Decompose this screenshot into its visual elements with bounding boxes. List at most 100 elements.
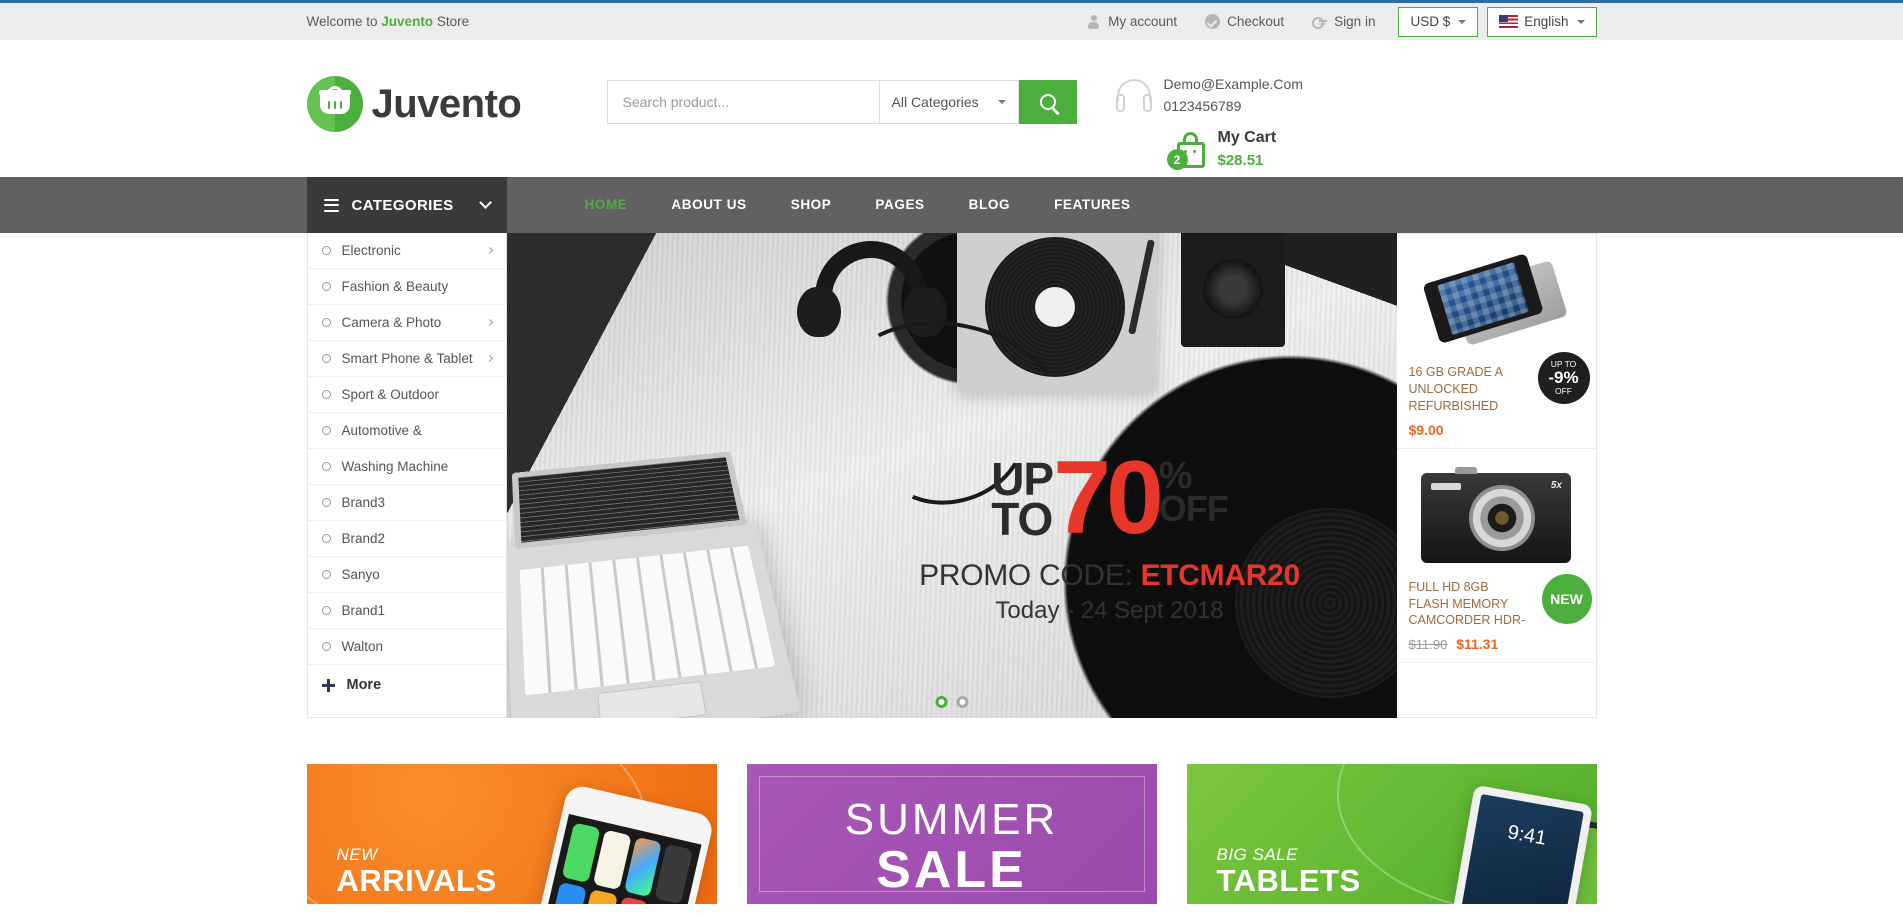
- contact-info: Demo@Example.Com 0123456789: [1115, 74, 1303, 117]
- chevron-down-icon: [997, 100, 1006, 104]
- category-label: Brand3: [341, 495, 386, 510]
- checkout-link[interactable]: Checkout: [1191, 14, 1298, 29]
- category-item-brand3[interactable]: Brand3: [307, 485, 506, 521]
- my-account-label: My account: [1108, 14, 1178, 29]
- cart-total: $28.51: [1217, 151, 1264, 169]
- site-header: Juvento All Categories Demo@Example.Com …: [0, 40, 1903, 177]
- category-label: Smart Phone & Tablet: [341, 351, 473, 366]
- logo-text: Juvento: [371, 81, 522, 126]
- category-item-automotive[interactable]: Automotive &: [307, 413, 506, 449]
- chevron-down-icon: [478, 196, 492, 209]
- cart-count-badge: 2: [1166, 149, 1188, 171]
- category-label: Fashion & Beauty: [341, 279, 449, 294]
- language-selector[interactable]: English: [1487, 6, 1597, 37]
- slide-discount-number: 70: [1053, 440, 1164, 556]
- nav-item-pages[interactable]: PAGES: [853, 177, 946, 233]
- category-item-smart-phone-tablet[interactable]: Smart Phone & Tablet: [307, 341, 506, 377]
- slide-date-line: Today - 24 Sept 2018: [995, 596, 1224, 624]
- category-item-walton[interactable]: Walton: [307, 629, 506, 665]
- promo-text: NEW ARRIVALS: [337, 845, 497, 898]
- slide-caption: UP TO 70 % OFF PROMO CODE: ETCMAR20 Toda…: [875, 440, 1345, 625]
- product-card[interactable]: 5x NEW FULL HD 8GB FLASH MEMORY CAMCORDE…: [1396, 449, 1596, 664]
- category-item-brand2[interactable]: Brand2: [307, 521, 506, 557]
- plus-icon: [321, 678, 335, 692]
- promo-banner-tablets[interactable]: 9:41 BIG SALE TABLETS: [1186, 764, 1597, 904]
- category-item-sport-outdoor[interactable]: Sport & Outdoor: [307, 377, 506, 413]
- bullet-icon: [321, 318, 331, 327]
- promo-title-2: SALE: [876, 841, 1027, 900]
- promo-banner-new-arrivals[interactable]: NEW ARRIVALS: [306, 764, 717, 904]
- category-label: Sport & Outdoor: [341, 387, 440, 402]
- promo-title: ARRIVALS: [336, 863, 497, 899]
- slider-dot-2[interactable]: [956, 696, 968, 708]
- category-item-fashion-beauty[interactable]: Fashion & Beauty: [307, 269, 506, 305]
- promo-banner-summer-sale[interactable]: SUMMER SALE: [746, 764, 1157, 904]
- category-label: Brand1: [341, 603, 386, 618]
- chevron-down-icon: [1576, 19, 1585, 24]
- currency-selector[interactable]: USD $: [1398, 6, 1479, 37]
- sign-in-link[interactable]: Sign in: [1298, 14, 1389, 29]
- promo-banner-strip: NEW ARRIVALS SUMMER SALE 9:41 BIG SALE T…: [306, 764, 1597, 904]
- category-label: Brand2: [341, 531, 386, 546]
- promo-text: BIG SALE TABLETS: [1217, 845, 1361, 898]
- promo-title: TABLETS: [1216, 863, 1361, 899]
- bullet-icon: [321, 570, 331, 579]
- categories-toggle[interactable]: CATEGORIES: [306, 177, 507, 233]
- headset-icon: [1115, 78, 1153, 113]
- nav-item-blog[interactable]: BLOG: [947, 177, 1032, 233]
- slider-dot-1[interactable]: [935, 696, 947, 708]
- language-value: English: [1524, 14, 1569, 29]
- discount-badge: UP TO -9% OFF: [1537, 351, 1590, 404]
- featured-products-sidebar: UP TO -9% OFF 16 GB GRADE A UNLOCKED REF…: [1396, 233, 1597, 718]
- promo-title: SUMMER: [844, 795, 1059, 845]
- badge-off: OFF: [1555, 385, 1572, 396]
- category-item-brand1[interactable]: Brand1: [307, 593, 506, 629]
- search-bar: All Categories: [606, 80, 1077, 124]
- currency-value: USD $: [1410, 14, 1451, 29]
- category-item-electronic[interactable]: Electronic: [307, 233, 506, 269]
- product-image: [1409, 248, 1584, 358]
- user-icon: [1086, 14, 1101, 29]
- category-label: Washing Machine: [341, 459, 449, 474]
- chevron-right-icon: [485, 246, 493, 255]
- nav-item-home[interactable]: HOME: [563, 177, 650, 233]
- bullet-icon: [321, 390, 331, 399]
- product-old-price: $11.90: [1408, 637, 1448, 653]
- nav-links: HOME ABOUT US SHOP PAGES BLOG FEATURES: [507, 177, 1153, 233]
- category-label: Walton: [341, 639, 384, 654]
- shopping-bag-icon: 2: [1166, 130, 1207, 171]
- my-account-link[interactable]: My account: [1072, 14, 1191, 29]
- nav-item-features[interactable]: FEATURES: [1032, 177, 1153, 233]
- category-label: Automotive &: [341, 423, 422, 438]
- logo[interactable]: Juvento: [306, 66, 607, 132]
- product-price: $9.00: [1408, 421, 1444, 438]
- product-card[interactable]: UP TO -9% OFF 16 GB GRADE A UNLOCKED REF…: [1396, 234, 1596, 449]
- category-more-label: More: [346, 677, 382, 693]
- slider-pagination: [935, 696, 968, 708]
- bullet-icon: [321, 498, 331, 507]
- nav-item-about-us[interactable]: ABOUT US: [649, 177, 768, 233]
- category-label: Electronic: [341, 243, 401, 258]
- badge-percent: -9%: [1548, 367, 1579, 387]
- slide-off-text: OFF: [1158, 488, 1229, 530]
- category-item-sanyo[interactable]: Sanyo: [307, 557, 506, 593]
- bullet-icon: [321, 246, 331, 255]
- search-input[interactable]: [606, 80, 879, 124]
- search-button[interactable]: [1018, 80, 1077, 124]
- main-content: Electronic Fashion & Beauty Camera & Pho…: [306, 233, 1597, 718]
- nav-item-shop[interactable]: SHOP: [769, 177, 854, 233]
- product-image: 5x: [1409, 463, 1584, 573]
- promo-code-value: ETCMAR20: [1140, 558, 1301, 592]
- category-item-camera-photo[interactable]: Camera & Photo: [307, 305, 506, 341]
- product-new-price: $11.31: [1456, 636, 1499, 653]
- bullet-icon: [321, 642, 331, 651]
- new-badge: NEW: [1541, 574, 1592, 625]
- cart-widget[interactable]: 2 My Cart $28.51: [1166, 127, 1303, 171]
- hamburger-icon: [323, 198, 339, 212]
- category-item-washing-machine[interactable]: Washing Machine: [307, 449, 506, 485]
- search-category-select[interactable]: All Categories: [878, 80, 1019, 124]
- search-icon: [1039, 94, 1056, 110]
- category-more-button[interactable]: More: [308, 665, 506, 705]
- bullet-icon: [321, 534, 331, 543]
- hero-slider[interactable]: UP TO 70 % OFF PROMO CODE: ETCMAR20 Toda…: [506, 233, 1397, 718]
